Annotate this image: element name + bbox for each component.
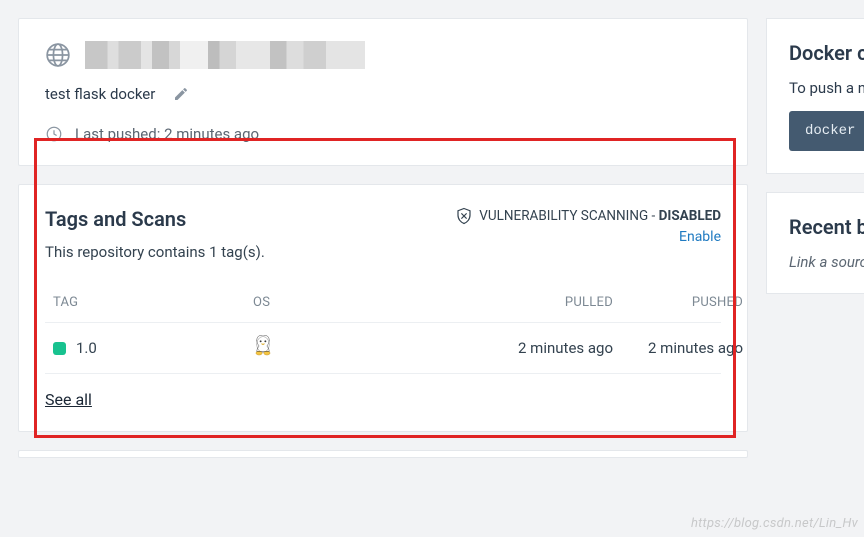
- table-row[interactable]: 1.0 2 minutes ago: [45, 323, 721, 374]
- os-cell: [253, 335, 443, 361]
- edit-icon[interactable]: [173, 86, 189, 102]
- globe-icon: [45, 42, 71, 68]
- tags-table-header: TAG OS PULLED PUSHED: [45, 283, 721, 323]
- pulled-cell: 2 minutes ago: [443, 339, 613, 357]
- see-all-link[interactable]: See all: [45, 390, 92, 409]
- docker-commands-card: Docker commands To push a new tag to thi…: [766, 18, 864, 174]
- docker-commands-text: To push a new tag to this repository,: [789, 79, 864, 97]
- watermark: https://blog.csdn.net/Lin_Hv: [691, 516, 858, 531]
- tags-card: Tags and Scans This repository contains …: [18, 184, 748, 432]
- docker-commands-title: Docker commands: [789, 41, 864, 65]
- col-header-pulled: PULLED: [443, 295, 613, 310]
- tag-status-dot: [53, 342, 66, 355]
- vuln-scan-status: VULNERABILITY SCANNING - DISABLED: [455, 207, 721, 225]
- col-header-tag: TAG: [53, 295, 253, 310]
- recent-builds-card: Recent builds Link a source provider: [766, 192, 864, 294]
- next-card-stub: [18, 450, 748, 458]
- tag-name: 1.0: [76, 339, 97, 357]
- recent-builds-text[interactable]: Link a source provider: [789, 253, 864, 271]
- enable-scan-link[interactable]: Enable: [455, 229, 721, 245]
- recent-builds-title: Recent builds: [789, 215, 864, 239]
- docker-push-command[interactable]: docker push: [789, 111, 864, 151]
- col-header-os: OS: [253, 295, 443, 310]
- shield-icon: [455, 207, 473, 225]
- col-header-pushed: PUSHED: [613, 295, 743, 310]
- clock-icon: [45, 125, 63, 143]
- tags-subtitle: This repository contains 1 tag(s).: [45, 243, 265, 261]
- repo-name-redacted: [85, 41, 365, 69]
- repo-description: test flask docker: [45, 85, 155, 103]
- linux-icon: [253, 335, 273, 357]
- repo-header-card: test flask docker Last pushed: 2 minutes…: [18, 18, 748, 166]
- pushed-cell: 2 minutes ago: [613, 339, 743, 357]
- last-pushed-text: Last pushed: 2 minutes ago: [75, 125, 259, 143]
- tags-title: Tags and Scans: [45, 207, 265, 231]
